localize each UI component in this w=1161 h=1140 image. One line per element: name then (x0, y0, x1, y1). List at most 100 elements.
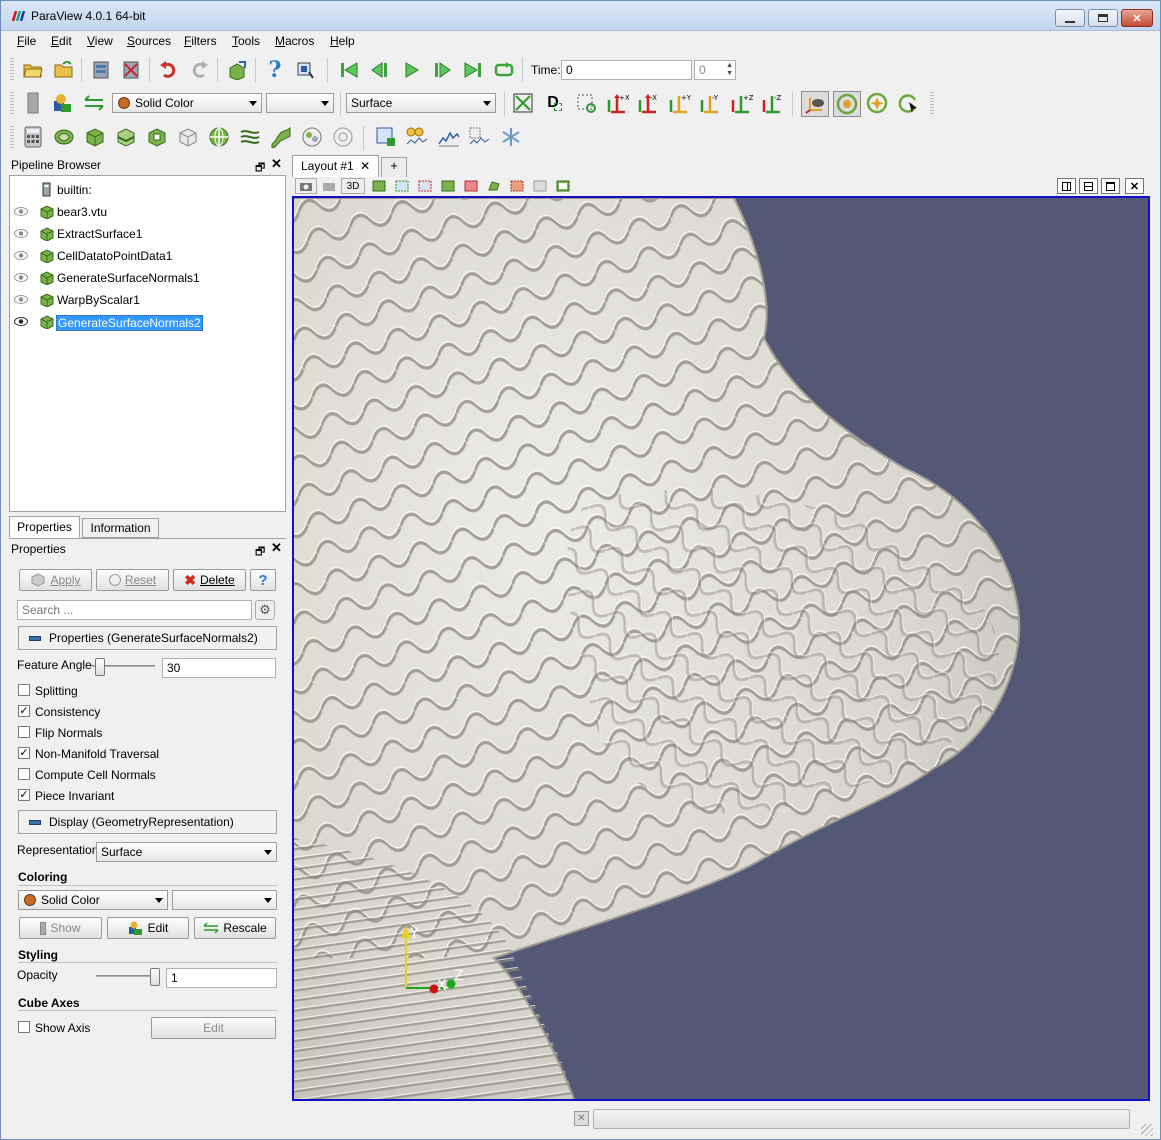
plot-over-line-icon[interactable] (405, 125, 429, 149)
visibility-eye-icon[interactable] (14, 273, 28, 282)
view-plus-z-icon[interactable]: +Z (729, 91, 753, 115)
calculator-icon[interactable] (21, 125, 45, 149)
visibility-eye-icon[interactable] (14, 229, 28, 238)
float-panel-icon[interactable]: 🗗 (255, 543, 265, 562)
interactive-select-icon[interactable] (529, 178, 551, 194)
camera-undo-icon[interactable] (318, 178, 340, 194)
menu-edit[interactable]: Edit (51, 34, 72, 48)
checkbox-compute-cell-normals[interactable] (18, 768, 30, 780)
time-value-field[interactable]: 0 (561, 60, 692, 80)
select-surface-cells-icon[interactable] (391, 178, 413, 194)
pipeline-item[interactable]: ExtractSurface1 (10, 224, 285, 244)
reset-button[interactable]: Reset (96, 569, 169, 591)
opacity-field[interactable]: 1 (166, 968, 277, 988)
section-display[interactable]: Display (GeometryRepresentation) (18, 810, 277, 834)
zoom-to-box-icon[interactable] (574, 91, 598, 115)
view-plus-y-icon[interactable]: +Y (667, 91, 691, 115)
close-view-icon[interactable]: ✕ (1125, 178, 1144, 194)
maximize-view-icon[interactable] (1101, 178, 1120, 194)
toolbar-grip[interactable] (10, 58, 14, 82)
edit-color-map-icon[interactable] (51, 91, 75, 115)
close-button[interactable]: ✕ (1121, 9, 1153, 27)
menu-view[interactable]: View (87, 34, 113, 48)
color-component-combo[interactable] (266, 93, 334, 113)
reset-camera-icon[interactable] (511, 91, 535, 115)
checkbox-non-manifold-traversal[interactable]: ✓ (18, 747, 30, 759)
checkbox-piece-invariant[interactable]: ✓ (18, 789, 30, 801)
spin-arrows-icon[interactable]: ▲ ▼ (726, 62, 733, 78)
minimize-button[interactable] (1055, 9, 1085, 27)
view-minus-z-icon[interactable]: -Z (760, 91, 784, 115)
toolbar-grip[interactable] (10, 126, 14, 150)
pick-center-rotation-icon[interactable] (896, 91, 920, 115)
coloring-component-select[interactable] (172, 890, 277, 910)
representation-combo[interactable]: Surface (346, 93, 496, 113)
tab-layout-1[interactable]: Layout #1 ✕ (292, 155, 379, 177)
show-color-legend-button[interactable]: Show (19, 917, 102, 939)
pipeline-item[interactable]: bear3.vtu (10, 202, 285, 222)
stream-tracer-icon[interactable] (238, 125, 262, 149)
probe-location-icon[interactable] (468, 125, 492, 149)
feature-angle-field[interactable]: 30 (162, 658, 276, 678)
plot-data-icon[interactable] (437, 125, 461, 149)
connect-icon[interactable] (89, 58, 113, 82)
toolbar-grip[interactable] (10, 92, 14, 116)
last-frame-icon[interactable] (461, 58, 485, 82)
select-polygon-icon[interactable] (483, 178, 505, 194)
toggle-3d-button[interactable]: 3D (341, 178, 365, 194)
pick-center-icon[interactable] (293, 58, 317, 82)
render-canvas[interactable]: Y X Z (294, 198, 1148, 1099)
abort-icon[interactable]: ✕ (574, 1111, 589, 1126)
resize-grip-icon[interactable] (1141, 1124, 1153, 1136)
threshold-icon[interactable] (145, 125, 169, 149)
visibility-eye-icon[interactable] (14, 207, 28, 216)
pipeline-item[interactable]: GenerateSurfaceNormals2 (10, 312, 285, 332)
close-tab-icon[interactable]: ✕ (360, 159, 370, 173)
toolbar-grip[interactable] (930, 92, 934, 116)
view-minus-y-icon[interactable]: -Y (698, 91, 722, 115)
rescale-range-icon[interactable] (82, 91, 106, 115)
select-frustum-points-icon[interactable] (460, 178, 482, 194)
close-panel-icon[interactable]: ✕ (271, 156, 282, 172)
load-state-icon[interactable] (52, 58, 76, 82)
capture-screenshot-icon[interactable] (295, 178, 317, 194)
coloring-select[interactable]: Solid Color (18, 890, 168, 910)
previous-frame-icon[interactable] (368, 58, 392, 82)
undo-icon[interactable] (157, 58, 181, 82)
split-horizontal-icon[interactable] (1057, 178, 1076, 194)
disconnect-icon[interactable] (119, 58, 143, 82)
show-axis-checkbox[interactable] (18, 1021, 30, 1033)
visibility-eye-icon[interactable] (14, 251, 28, 260)
contour-icon[interactable] (52, 125, 76, 149)
extract-level-icon[interactable] (331, 125, 355, 149)
menu-file[interactable]: File (17, 34, 36, 48)
open-file-icon[interactable] (21, 58, 45, 82)
menu-sources[interactable]: Sources (127, 34, 171, 48)
select-blocks-icon[interactable] (506, 178, 528, 194)
help-button[interactable]: ? (250, 569, 276, 591)
view-minus-x-icon[interactable]: -X (636, 91, 660, 115)
visibility-eye-icon[interactable] (14, 317, 28, 326)
opacity-slider-knob[interactable] (150, 968, 160, 986)
cube-axes-edit-button[interactable]: Edit (151, 1017, 276, 1039)
select-surface-points-icon[interactable] (414, 178, 436, 194)
menu-macros[interactable]: Macros (275, 34, 314, 48)
group-datasets-icon[interactable] (300, 125, 324, 149)
visibility-eye-icon[interactable] (14, 295, 28, 304)
select-frustum-cells-icon[interactable] (437, 178, 459, 194)
help-icon[interactable]: ? (263, 57, 287, 83)
first-frame-icon[interactable] (337, 58, 361, 82)
close-panel-icon[interactable]: ✕ (271, 540, 282, 556)
pipeline-item[interactable]: CellDatatoPointData1 (10, 246, 285, 266)
clip-icon[interactable] (83, 125, 107, 149)
cube-axes-icon[interactable] (499, 125, 523, 149)
tab-information[interactable]: Information (82, 518, 159, 538)
warp-by-vector-icon[interactable] (269, 125, 293, 149)
show-orientation-axes-icon[interactable] (801, 91, 829, 117)
clear-selection-icon[interactable] (552, 178, 574, 194)
render-view[interactable]: Y X Z (292, 196, 1150, 1101)
show-center-icon[interactable] (833, 91, 861, 117)
advanced-settings-gear-icon[interactable]: ⚙ (255, 600, 275, 620)
menu-help[interactable]: Help (330, 34, 355, 48)
checkbox-flip-normals[interactable] (18, 726, 30, 738)
